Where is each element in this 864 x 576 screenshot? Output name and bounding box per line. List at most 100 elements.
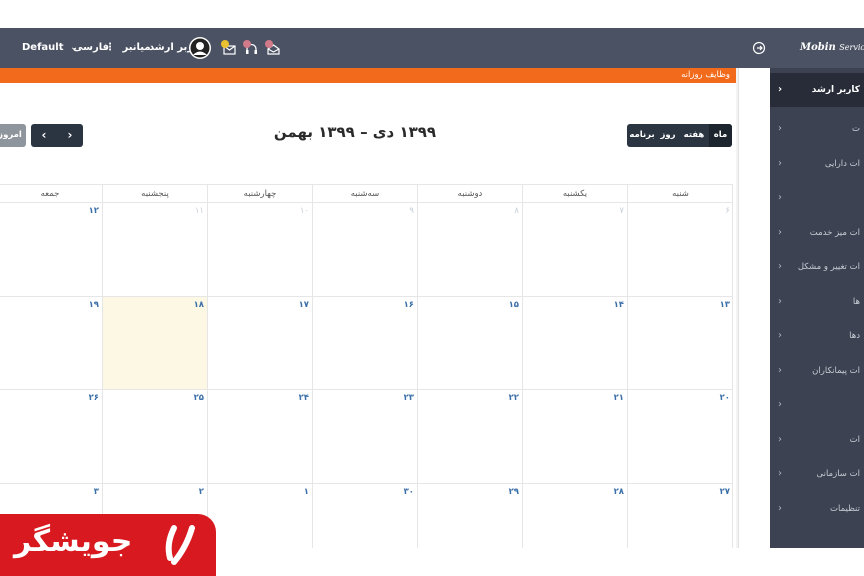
theme-selector[interactable]: Default ⌄	[22, 28, 78, 68]
sidebar-item[interactable]: تنظیمات ›	[770, 492, 864, 526]
shortcuts-menu[interactable]: ⋮ میانبر	[105, 28, 151, 68]
day-cell[interactable]: ۲۶	[0, 390, 102, 484]
day-cell[interactable]: ۹	[312, 203, 417, 297]
open-mail-icon[interactable]	[264, 40, 280, 56]
mail-icon[interactable]	[220, 40, 236, 56]
sidebar-item[interactable]: ›	[770, 181, 864, 215]
day-number[interactable]: ۱۲	[89, 206, 99, 216]
brand-sub: Service De	[839, 43, 864, 52]
day-number[interactable]: ۲۹	[509, 487, 519, 497]
weekday-header: چهارشنبه	[207, 184, 312, 203]
day-number[interactable]: ۲۷	[720, 487, 730, 497]
calendar-title: ۱۳۹۹ دی – ۱۳۹۹ بهمن	[273, 123, 437, 141]
sidebar-item[interactable]: دها ›	[770, 319, 864, 353]
view-week[interactable]: هفته	[679, 124, 709, 147]
day-cell[interactable]: ۱۲	[0, 203, 102, 297]
day-number[interactable]: ۱۹	[89, 300, 99, 310]
day-cell[interactable]: ۲۳	[312, 390, 417, 484]
day-cell[interactable]: ۲۸	[522, 483, 627, 548]
day-cell[interactable]: ۱۳	[627, 296, 733, 390]
day-number[interactable]: ۲۴	[299, 393, 309, 403]
next-button[interactable]: ›	[57, 124, 83, 147]
day-cell[interactable]: ۱۴	[522, 296, 627, 390]
section-header: وظایف روزانه	[0, 68, 738, 83]
view-agenda[interactable]: برنامه	[627, 124, 657, 147]
day-number[interactable]: ۱۶	[404, 300, 414, 310]
chevron-right-icon: ›	[778, 502, 782, 514]
day-number[interactable]: ۱۰	[300, 206, 309, 216]
day-cell[interactable]: ۶	[627, 203, 733, 297]
sidebar-item[interactable]: ات تغییر و مشکل ›	[770, 250, 864, 284]
kebab-icon: ⋮	[105, 42, 115, 53]
day-number[interactable]: ۱۳	[720, 300, 730, 310]
day-cell[interactable]: ۸	[417, 203, 522, 297]
day-cell[interactable]: ۲۱	[522, 390, 627, 484]
day-cell[interactable]: ۲۲	[417, 390, 522, 484]
day-cell[interactable]: ۱۰	[207, 203, 312, 297]
day-number[interactable]: ۱۷	[299, 300, 309, 310]
day-cell[interactable]: ۲۰	[627, 390, 733, 484]
view-month[interactable]: ماه	[709, 124, 732, 147]
language-selector[interactable]: فارسی	[73, 28, 109, 68]
sidebar-item[interactable]: ت ›	[770, 112, 864, 146]
day-cell-today[interactable]: ۱۸	[102, 296, 207, 390]
day-number[interactable]: ۳	[94, 487, 99, 497]
day-cell[interactable]: ۷	[522, 203, 627, 297]
day-number[interactable]: ۱۵	[509, 300, 519, 310]
day-cell[interactable]: ۲۴	[207, 390, 312, 484]
view-day[interactable]: روز	[657, 124, 679, 147]
chevron-right-icon: ›	[778, 330, 782, 341]
day-number[interactable]: ۱۴	[614, 300, 624, 310]
sidebar: کاربر ارشد › ت › ات دارایی › › ات میز خدمت › ات…	[770, 68, 864, 548]
chevron-right-icon: ›	[778, 123, 782, 134]
sidebar-item[interactable]: ›	[770, 388, 864, 422]
day-number[interactable]: ۲۳	[404, 393, 414, 403]
day-cell[interactable]: ۲۹	[417, 483, 522, 548]
sidebar-item[interactable]: ها ›	[770, 285, 864, 319]
chevron-right-icon: ›	[778, 84, 783, 95]
day-cell[interactable]: ۱۱	[102, 203, 207, 297]
day-cell[interactable]: ۱۵	[417, 296, 522, 390]
day-number[interactable]: ۹	[409, 206, 414, 216]
sidebar-item-label: ت	[851, 124, 860, 134]
sidebar-item[interactable]: ات ›	[770, 423, 864, 457]
day-cell[interactable]: ۲۵	[102, 390, 207, 484]
day-number[interactable]: ۲۶	[89, 393, 99, 403]
chevron-right-icon: ›	[778, 261, 782, 272]
sidebar-item[interactable]: ات میز خدمت ›	[770, 216, 864, 250]
day-number[interactable]: ۲۰	[720, 393, 730, 403]
day-cell[interactable]: ۳۰	[312, 483, 417, 548]
day-number[interactable]: ۲۵	[194, 393, 204, 403]
avatar[interactable]	[189, 36, 211, 60]
day-number[interactable]: ۲۱	[614, 393, 624, 403]
sidebar-item[interactable]: ات دارایی ›	[770, 147, 864, 181]
weekday-header: شنبه	[627, 184, 733, 203]
day-number[interactable]: ۱	[304, 487, 309, 497]
day-cell[interactable]: ۱	[207, 483, 312, 548]
day-cell[interactable]: ۱۷	[207, 296, 312, 390]
day-number[interactable]: ۷	[619, 206, 624, 216]
chevron-right-icon: ›	[778, 468, 782, 479]
day-number[interactable]: ۲۸	[614, 487, 624, 497]
sidebar-item-active[interactable]: کاربر ارشد ›	[770, 73, 864, 107]
day-number[interactable]: ۸	[514, 206, 519, 216]
day-number[interactable]: ۲	[199, 487, 204, 497]
today-button[interactable]: امروز	[0, 124, 26, 147]
day-number[interactable]: ۳۰	[404, 487, 414, 497]
main-content: وظایف روزانه امروز ‹ › ۱۳۹۹ دی – ۱۳۹۹ به…	[0, 68, 738, 548]
sidebar-item[interactable]: ات سازمانی ›	[770, 457, 864, 491]
sidebar-item[interactable]: ات پیمانکاران ›	[770, 354, 864, 388]
logout-icon[interactable]	[751, 40, 767, 56]
chevron-right-icon: ›	[778, 364, 782, 376]
day-cell[interactable]: ۲۷	[627, 483, 733, 548]
day-number[interactable]: ۶	[725, 206, 730, 216]
day-number[interactable]: ۲۲	[509, 393, 519, 403]
headset-icon[interactable]	[242, 40, 258, 56]
day-cell[interactable]: ۱۶	[312, 296, 417, 390]
day-number[interactable]: ۱۸	[194, 300, 204, 310]
prev-button[interactable]: ‹	[31, 124, 57, 147]
day-number[interactable]: ۱۱	[195, 206, 204, 216]
chevron-right-icon: ›	[778, 192, 782, 203]
sidebar-gutter	[738, 68, 770, 548]
day-cell[interactable]: ۱۹	[0, 297, 102, 390]
